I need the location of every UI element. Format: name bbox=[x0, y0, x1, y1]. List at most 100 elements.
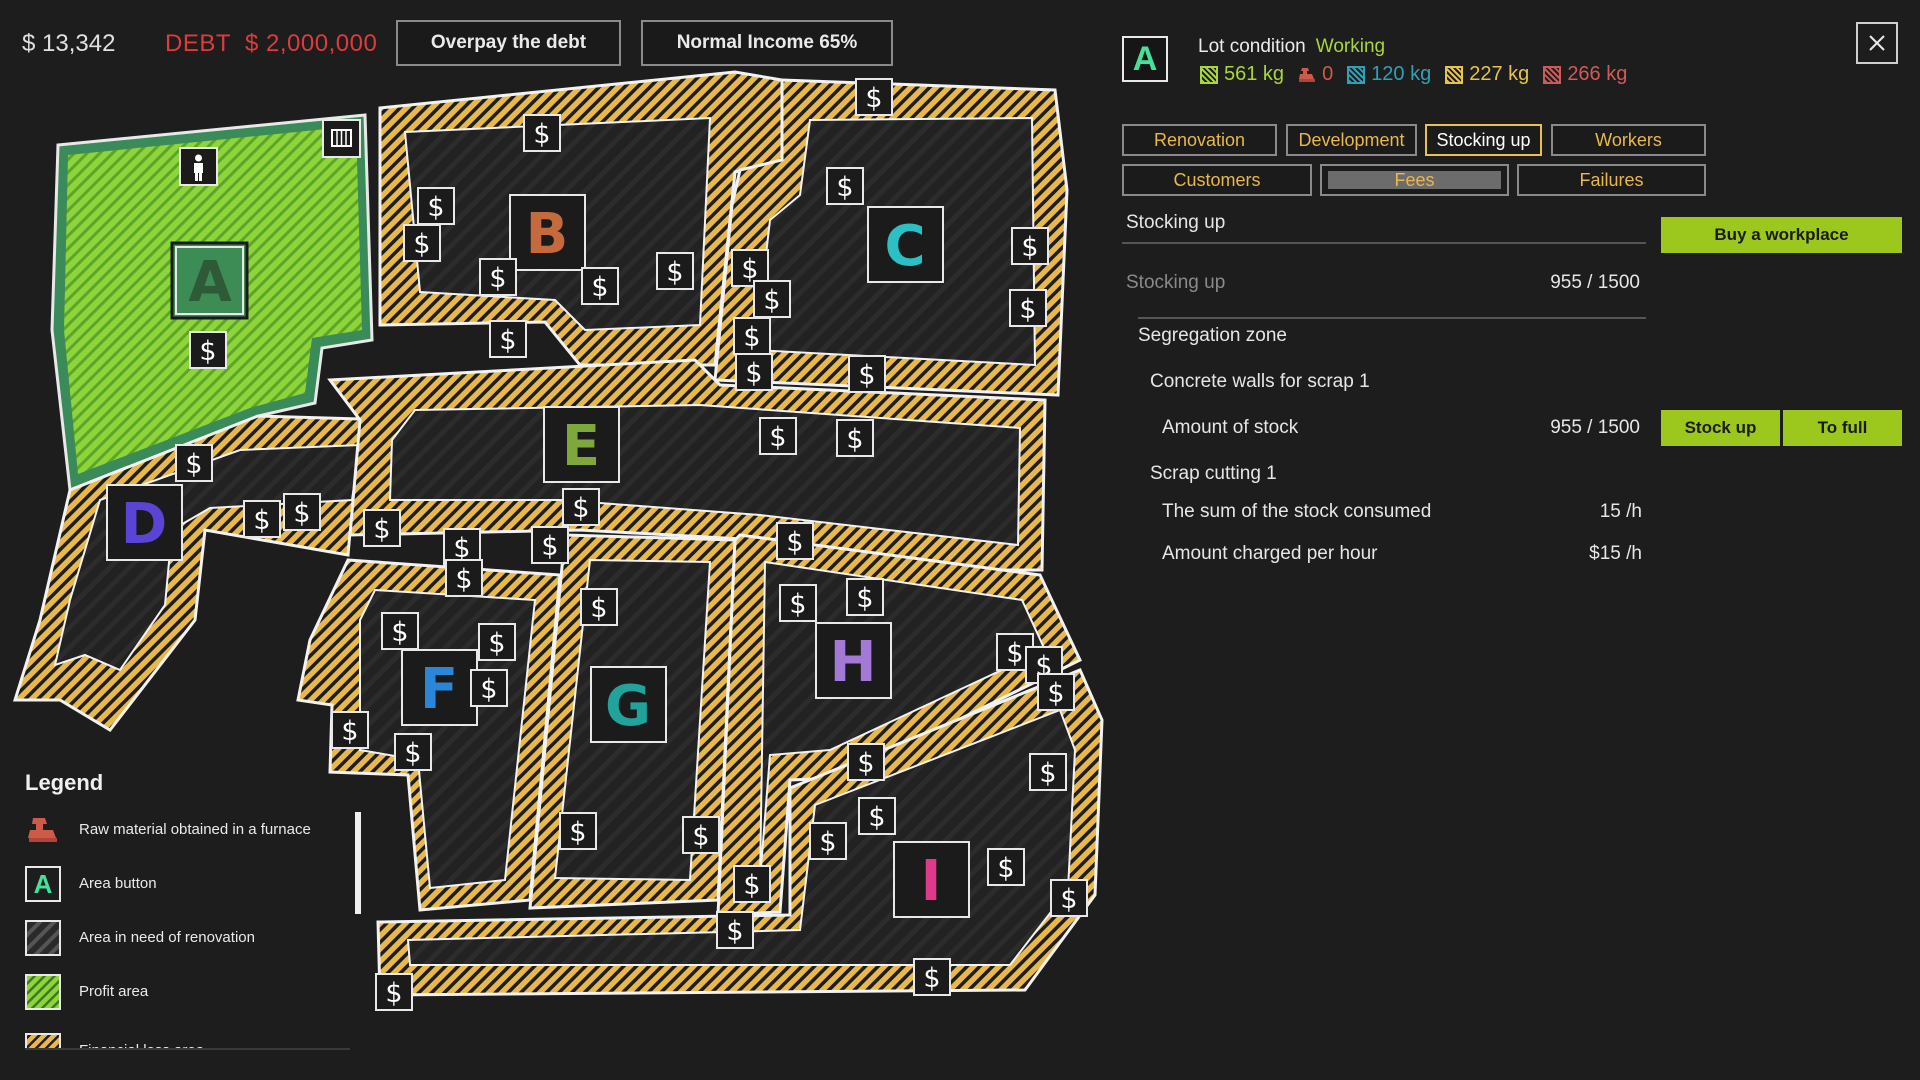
dollar-marker[interactable]: $ bbox=[656, 252, 694, 290]
storage-icon[interactable] bbox=[322, 119, 361, 158]
stocking-row-label: Stocking up bbox=[1126, 272, 1226, 293]
tab-customers[interactable]: Customers bbox=[1122, 164, 1312, 196]
zone-letter-b: B bbox=[526, 202, 569, 267]
dollar-marker[interactable]: $ bbox=[779, 584, 817, 622]
dollar-marker[interactable]: $ bbox=[470, 669, 508, 707]
dollar-marker[interactable]: $ bbox=[394, 733, 432, 771]
zone-button-i[interactable]: I bbox=[893, 841, 970, 918]
dollar-marker[interactable]: $ bbox=[175, 444, 213, 482]
dollar-marker[interactable]: $ bbox=[913, 958, 951, 996]
dollar-marker[interactable]: $ bbox=[855, 78, 893, 116]
dollar-marker[interactable]: $ bbox=[759, 417, 797, 455]
legend-title: Legend bbox=[25, 770, 104, 795]
dollar-marker[interactable]: $ bbox=[753, 280, 791, 318]
dollar-marker[interactable]: $ bbox=[580, 588, 618, 626]
resource-furnace-value: 0 bbox=[1322, 63, 1334, 85]
dollar-marker[interactable]: $ bbox=[363, 509, 401, 547]
stock-up-button[interactable]: Stock up bbox=[1661, 410, 1780, 446]
dollar-marker[interactable]: $ bbox=[445, 559, 483, 597]
close-button[interactable] bbox=[1856, 22, 1898, 64]
dollar-icon: $ bbox=[488, 628, 505, 659]
tab-failures[interactable]: Failures bbox=[1517, 164, 1706, 196]
tab-stocking-up[interactable]: Stocking up bbox=[1425, 124, 1542, 156]
dollar-marker[interactable]: $ bbox=[858, 797, 896, 835]
dollar-marker[interactable]: $ bbox=[848, 355, 886, 393]
dollar-marker[interactable]: $ bbox=[479, 258, 517, 296]
dollar-marker[interactable]: $ bbox=[847, 743, 885, 781]
dollar-marker[interactable]: $ bbox=[1029, 753, 1067, 791]
legend-label-loss: Financial loss area bbox=[79, 1028, 204, 1048]
dollar-marker[interactable]: $ bbox=[733, 865, 771, 903]
zone-button-b[interactable]: B bbox=[509, 194, 586, 271]
tab-development[interactable]: Development bbox=[1286, 124, 1417, 156]
dollar-icon: $ bbox=[743, 322, 760, 353]
dollar-marker[interactable]: $ bbox=[531, 526, 569, 564]
dollar-marker[interactable]: $ bbox=[836, 419, 874, 457]
worker-icon[interactable] bbox=[179, 147, 218, 186]
zone-button-d[interactable]: D bbox=[106, 484, 183, 561]
dollar-marker[interactable]: $ bbox=[417, 187, 455, 225]
lot-condition-status: Working bbox=[1315, 36, 1386, 57]
to-full-button[interactable]: To full bbox=[1783, 410, 1902, 446]
dollar-marker[interactable]: $ bbox=[1037, 673, 1075, 711]
dollar-marker[interactable]: $ bbox=[846, 578, 884, 616]
dollar-marker[interactable]: $ bbox=[1009, 289, 1047, 327]
dollar-icon: $ bbox=[1060, 884, 1077, 915]
dollar-marker[interactable]: $ bbox=[478, 623, 516, 661]
scrap-cutting-label: Scrap cutting 1 bbox=[1150, 463, 1277, 484]
dollar-marker[interactable]: $ bbox=[283, 493, 321, 531]
dollar-icon: $ bbox=[666, 257, 683, 288]
dollar-marker[interactable]: $ bbox=[581, 267, 619, 305]
zone-button-g[interactable]: G bbox=[590, 666, 667, 743]
zone-button-f[interactable]: F bbox=[401, 649, 478, 726]
zone-button-h[interactable]: H bbox=[815, 622, 892, 699]
dollar-icon: $ bbox=[541, 531, 558, 562]
dollar-marker[interactable]: $ bbox=[776, 522, 814, 560]
tab-workers[interactable]: Workers bbox=[1551, 124, 1706, 156]
furnace-icon bbox=[28, 818, 57, 842]
debt-label: DEBT bbox=[165, 30, 232, 57]
dollar-marker[interactable]: $ bbox=[403, 224, 441, 262]
dollar-marker[interactable]: $ bbox=[559, 812, 597, 850]
buy-workplace-button[interactable]: Buy a workplace bbox=[1661, 217, 1902, 253]
legend-item-loss-clip: Financial loss area bbox=[25, 1028, 350, 1048]
dollar-marker[interactable]: $ bbox=[243, 500, 281, 538]
section-divider bbox=[1122, 242, 1646, 244]
dollar-marker[interactable]: $ bbox=[826, 167, 864, 205]
dollar-marker[interactable]: $ bbox=[682, 816, 720, 854]
dollar-marker[interactable]: $ bbox=[375, 973, 413, 1011]
tab-fees[interactable]: Fees bbox=[1320, 164, 1509, 196]
dollar-icon: $ bbox=[1019, 294, 1036, 325]
resource-green-value: 561 kg bbox=[1224, 63, 1285, 85]
dollar-marker[interactable]: $ bbox=[189, 331, 227, 369]
dollar-marker[interactable]: $ bbox=[809, 822, 847, 860]
dollar-marker[interactable]: $ bbox=[987, 848, 1025, 886]
dollar-icon: $ bbox=[391, 617, 408, 648]
dollar-icon: $ bbox=[1021, 232, 1038, 263]
zone-button-c[interactable]: C bbox=[867, 206, 944, 283]
tab-renovation[interactable]: Renovation bbox=[1122, 124, 1277, 156]
dollar-marker[interactable]: $ bbox=[733, 317, 771, 355]
dollar-icon: $ bbox=[1047, 678, 1064, 709]
dollar-marker[interactable]: $ bbox=[523, 114, 561, 152]
dollar-marker[interactable]: $ bbox=[716, 911, 754, 949]
resource-red: 266 kg bbox=[1543, 63, 1627, 86]
dollar-marker[interactable]: $ bbox=[1050, 879, 1088, 917]
yellow-scrap-icon bbox=[1445, 65, 1464, 84]
resource-green: 561 kg bbox=[1200, 63, 1284, 86]
dollar-marker[interactable]: $ bbox=[562, 488, 600, 526]
legend-scrollbar[interactable] bbox=[355, 812, 361, 914]
dollar-marker[interactable]: $ bbox=[735, 353, 773, 391]
legend-item-profit: Profit area bbox=[25, 974, 345, 1010]
dollar-marker[interactable]: $ bbox=[1011, 227, 1049, 265]
resource-furnace: 0 bbox=[1298, 63, 1333, 86]
zone-button-a[interactable]: A bbox=[170, 241, 249, 320]
dollar-marker[interactable]: $ bbox=[331, 711, 369, 749]
dollar-marker[interactable]: $ bbox=[489, 320, 527, 358]
dollar-marker[interactable]: $ bbox=[381, 612, 419, 650]
dollar-icon: $ bbox=[569, 817, 586, 848]
resource-teal: 120 kg bbox=[1347, 63, 1431, 86]
renovation-swatch-icon bbox=[25, 920, 61, 956]
zone-button-e[interactable]: E bbox=[543, 406, 620, 483]
dollar-icon: $ bbox=[857, 748, 874, 779]
